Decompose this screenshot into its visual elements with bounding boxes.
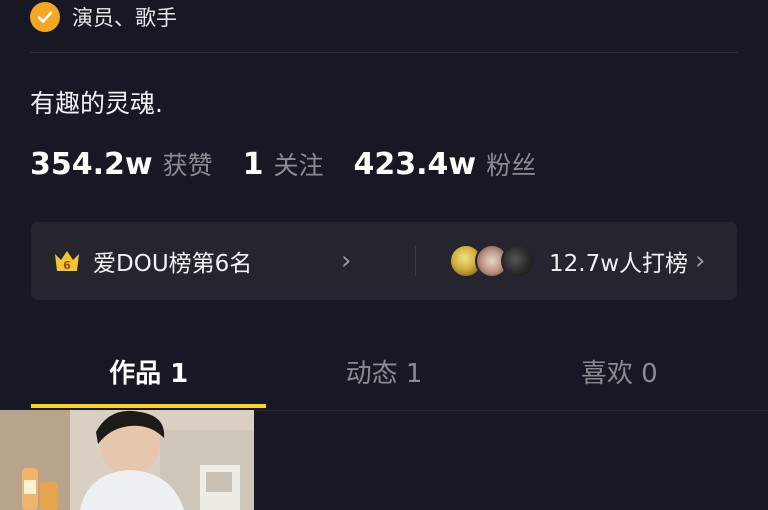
video-thumbnail-image xyxy=(0,410,254,510)
rank-entry[interactable]: 6 爱DOU榜第6名 xyxy=(53,222,252,300)
crown-rank-number: 6 xyxy=(63,259,71,272)
profile-stats: 354.2w 获赞 1 关注 423.4w 粉丝 xyxy=(30,146,566,182)
followers-count[interactable]: 423.4w xyxy=(354,147,477,182)
tab-likes[interactable]: 喜欢 0 xyxy=(502,338,737,410)
active-tab-indicator xyxy=(31,404,266,408)
profile-bio: 有趣的灵魂. xyxy=(30,89,163,118)
verification-label: 演员、歌手 xyxy=(72,6,177,30)
tab-works[interactable]: 作品 1 xyxy=(31,338,266,410)
verification-row: 演员、歌手 xyxy=(30,0,177,34)
rank-card: 6 爱DOU榜第6名 › 12.7w人打榜 › xyxy=(31,222,737,300)
rank-text: 爱DOU榜第6名 xyxy=(93,251,253,277)
chevron-right-icon[interactable]: › xyxy=(341,246,351,276)
card-divider xyxy=(415,246,416,276)
likes-count[interactable]: 354.2w xyxy=(30,147,153,182)
section-divider xyxy=(30,52,738,53)
avatar xyxy=(501,244,535,278)
followers-label[interactable]: 粉丝 xyxy=(486,146,536,182)
profile-tabs: 作品 1 动态 1 喜欢 0 xyxy=(31,338,737,410)
support-entry[interactable]: 12.7w人打榜 xyxy=(417,222,688,300)
support-count-text: 12.7w人打榜 xyxy=(549,251,689,277)
supporter-avatars xyxy=(449,244,535,278)
video-thumbnail[interactable] xyxy=(0,410,254,510)
crown-icon: 6 xyxy=(55,251,79,272)
following-label[interactable]: 关注 xyxy=(274,146,324,182)
likes-label[interactable]: 获赞 xyxy=(163,146,213,182)
following-count[interactable]: 1 xyxy=(243,147,264,182)
tab-activity[interactable]: 动态 1 xyxy=(266,338,501,410)
verified-check-icon xyxy=(30,2,60,32)
chevron-right-icon[interactable]: › xyxy=(695,246,705,276)
